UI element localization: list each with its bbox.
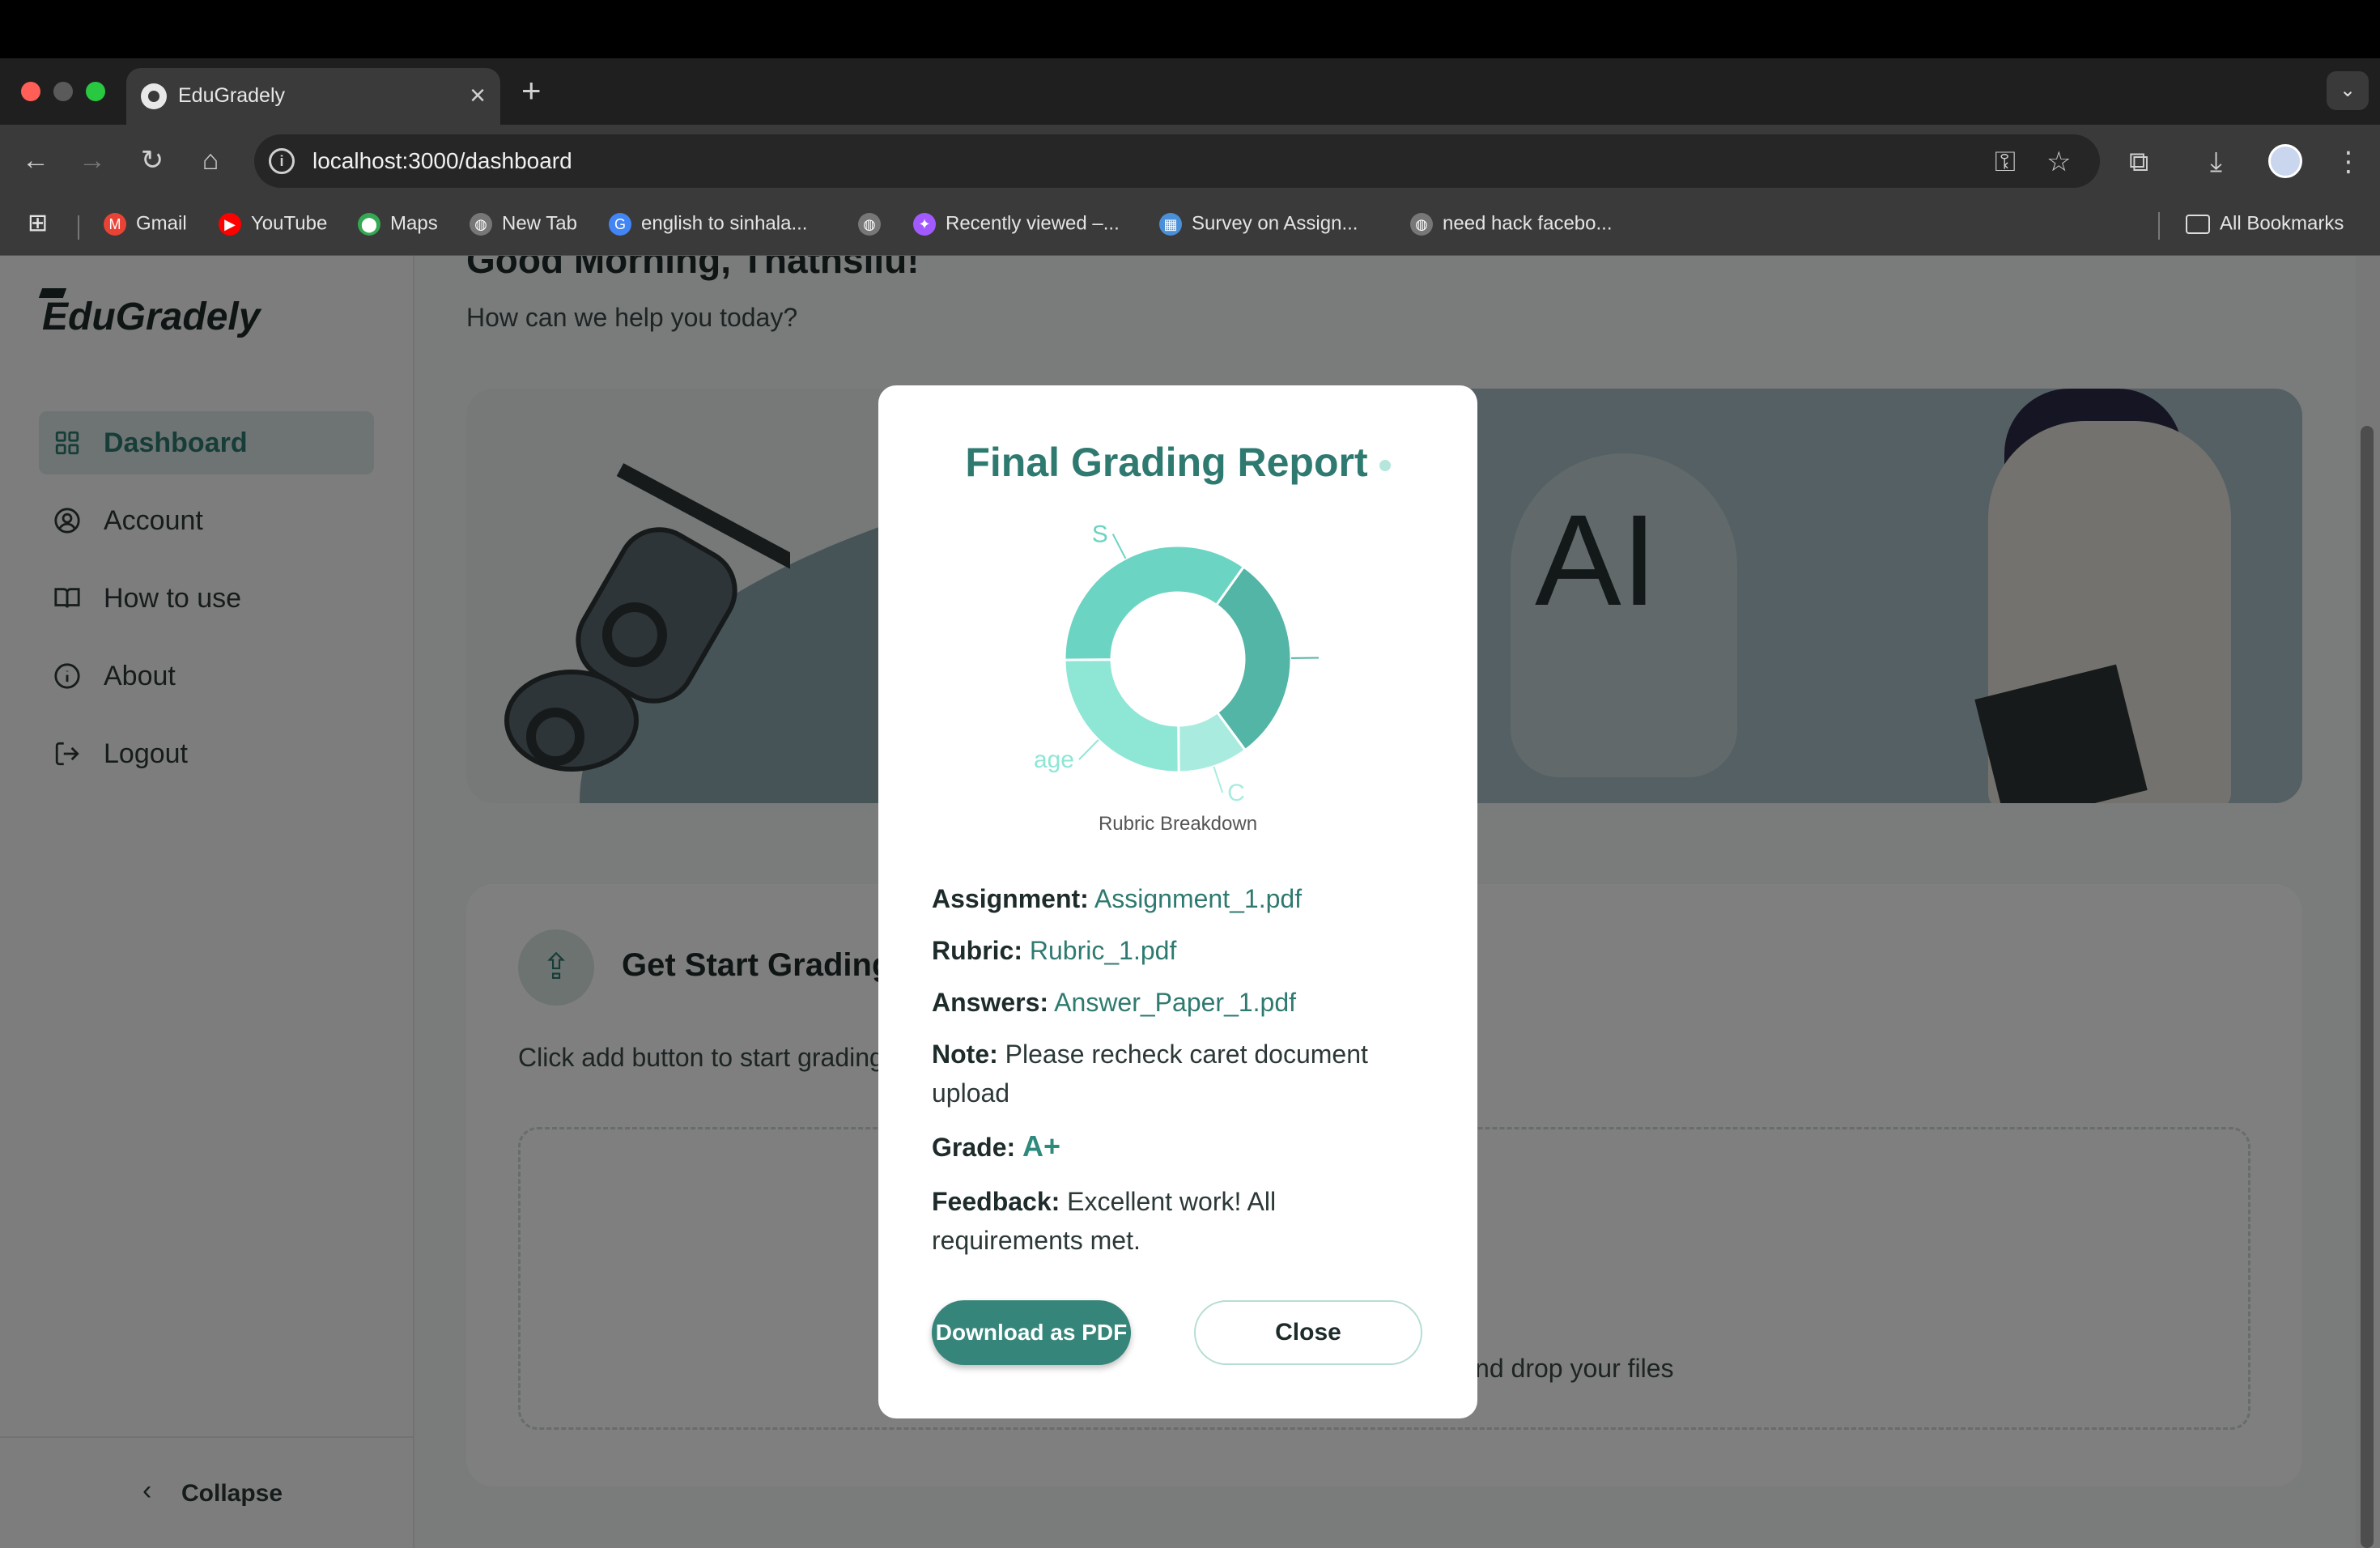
tab-search-chevron-icon[interactable]: ⌄	[2327, 71, 2369, 110]
bookmark-item[interactable]: ▶ YouTube	[219, 212, 327, 236]
url-text[interactable]: localhost:3000/dashboard	[312, 148, 572, 174]
note-row: Note: Please recheck caret document uplo…	[932, 1035, 1434, 1112]
bookmark-label: New Tab	[502, 212, 577, 235]
status-dot	[1379, 459, 1391, 471]
figma-icon: ✦	[913, 212, 936, 236]
browser-menu-icon[interactable]: ⋮	[2335, 146, 2362, 178]
bookmark-item[interactable]: ▦ Survey on Assign...	[1159, 212, 1358, 236]
close-button[interactable]: Close	[1194, 1300, 1422, 1365]
slice-label: Language	[1032, 746, 1074, 773]
bookmark-star-icon[interactable]: ☆	[2046, 146, 2071, 178]
bookmark-item[interactable]: ⬤ Maps	[358, 212, 438, 236]
forward-arrow-icon[interactable]: →	[74, 142, 110, 178]
feedback-row: Feedback: Excellent work! All requiremen…	[932, 1182, 1434, 1260]
extensions-icon[interactable]: ⧉	[2129, 146, 2148, 178]
bookmark-item[interactable]: M Gmail	[104, 212, 187, 236]
address-bar[interactable]: i localhost:3000/dashboard	[254, 134, 2100, 188]
site-info-icon[interactable]: i	[269, 148, 295, 174]
folder-icon	[2186, 214, 2210, 234]
maps-icon: ⬤	[358, 212, 380, 236]
home-icon[interactable]: ⌂	[193, 142, 228, 178]
slice-label: C	[1227, 780, 1245, 806]
bookmark-item[interactable]: Genglish to sinhala...	[609, 212, 807, 236]
slice-leader-line	[1078, 739, 1099, 760]
bookmarks-divider	[2158, 212, 2160, 240]
youtube-icon: ▶	[219, 212, 241, 236]
slice-leader-line	[1213, 766, 1224, 793]
rubric-value[interactable]: Rubric_1.pdf	[1030, 936, 1176, 965]
bookmark-label: Maps	[390, 212, 438, 235]
grade-row: Grade: A+	[932, 1127, 1434, 1167]
google-icon: G	[609, 212, 631, 236]
bookmark-item[interactable]: ✦ Recently viewed –...	[913, 212, 1120, 236]
screen-top-bar	[0, 0, 2380, 58]
feedback-label: Feedback:	[932, 1187, 1060, 1216]
browser-tab[interactable]: EduGradely ×	[126, 68, 500, 125]
window-zoom-button[interactable]	[86, 82, 105, 101]
donut-slice[interactable]	[1063, 658, 1180, 774]
globe-icon: ◍	[858, 212, 881, 236]
new-tab-icon[interactable]: +	[521, 73, 542, 108]
rubric-label: Rubric:	[932, 936, 1022, 965]
assignment-row: Assignment: Assignment_1.pdf	[932, 879, 1434, 918]
rubric-row: Rubric: Rubric_1.pdf	[932, 931, 1434, 970]
bookmark-item[interactable]: ◍	[858, 212, 890, 236]
note-label: Note:	[932, 1040, 998, 1069]
tab-close-icon[interactable]: ×	[470, 79, 486, 112]
apps-grid-icon[interactable]: ⊞	[28, 209, 48, 237]
globe-icon: ◍	[470, 212, 492, 236]
back-arrow-icon[interactable]: ←	[18, 142, 53, 178]
window-minimize-button[interactable]	[53, 82, 73, 101]
window-close-button[interactable]	[21, 82, 40, 101]
answers-value[interactable]: Answer_Paper_1.pdf	[1054, 988, 1296, 1017]
bookmark-label: Recently viewed –...	[946, 212, 1120, 235]
reload-icon[interactable]: ↻	[134, 142, 170, 178]
bookmarks-divider	[78, 215, 79, 240]
slice-label: S	[1092, 521, 1108, 548]
grading-report-modal: Final Grading Report ContentCLanguageS R…	[878, 385, 1477, 1418]
answers-label: Answers:	[932, 988, 1049, 1017]
assignment-value[interactable]: Assignment_1.pdf	[1094, 884, 1302, 913]
donut-slice[interactable]	[1214, 564, 1293, 752]
bookmark-label: need hack facebo...	[1443, 212, 1613, 235]
answers-row: Answers: Answer_Paper_1.pdf	[932, 983, 1434, 1022]
tab-favicon-icon	[141, 83, 167, 109]
donut-slice[interactable]	[1063, 544, 1246, 661]
profile-avatar[interactable]	[2268, 144, 2302, 178]
chart-caption: Rubric Breakdown	[1098, 813, 1258, 835]
tab-title: EduGradely	[178, 84, 286, 107]
bookmark-label: Survey on Assign...	[1192, 212, 1358, 235]
bookmark-label: Gmail	[136, 212, 187, 235]
bookmark-label: english to sinhala...	[641, 212, 808, 235]
bookmark-item[interactable]: ◍ New Tab	[470, 212, 577, 236]
all-bookmarks-button[interactable]: All Bookmarks	[2186, 212, 2344, 236]
password-key-icon[interactable]: ⚿	[1995, 146, 2016, 178]
download-icon[interactable]: ⤓	[2210, 146, 2222, 178]
grade-value: A+	[1022, 1129, 1061, 1163]
bookmark-item[interactable]: ◍ need hack facebo...	[1410, 212, 1612, 236]
gmail-icon: M	[104, 212, 126, 236]
assignment-label: Assignment:	[932, 884, 1089, 913]
forms-icon: ▦	[1159, 212, 1182, 236]
rubric-donut-chart: ContentCLanguageS	[1032, 521, 1324, 806]
download-pdf-button[interactable]: Download as PDF	[932, 1300, 1131, 1365]
grade-label: Grade:	[932, 1133, 1016, 1162]
bookmark-label: YouTube	[251, 212, 328, 235]
slice-leader-line	[1111, 534, 1127, 559]
globe-icon: ◍	[1410, 212, 1433, 236]
modal-title: Final Grading Report	[878, 439, 1477, 486]
